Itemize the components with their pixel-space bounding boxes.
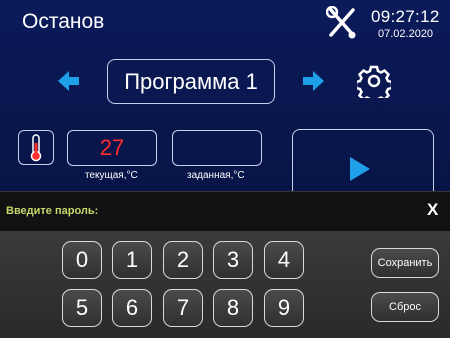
- key-6[interactable]: 6: [112, 289, 152, 327]
- key-8[interactable]: 8: [213, 289, 253, 327]
- numeric-keypad: 0 1 2 3 4 5 6 7 8 9 Сохранить Сброс: [0, 231, 450, 338]
- set-temperature-label: заданная,°С: [187, 170, 245, 181]
- next-program-arrow-icon[interactable]: [302, 70, 324, 92]
- key-2[interactable]: 2: [163, 241, 203, 279]
- current-temperature-display: 27: [67, 130, 157, 166]
- program-selector[interactable]: Программа 1: [107, 59, 275, 104]
- machine-status: Останов: [22, 10, 105, 33]
- play-icon: [350, 157, 370, 181]
- password-prompt-label: Введите пароль:: [6, 205, 99, 217]
- key-7[interactable]: 7: [163, 289, 203, 327]
- key-1[interactable]: 1: [112, 241, 152, 279]
- key-0[interactable]: 0: [62, 241, 102, 279]
- main-screen: Останов 09:27:12 07.02.2020 Программа 1 …: [0, 0, 450, 338]
- thermometer-button[interactable]: [18, 130, 54, 165]
- key-3[interactable]: 3: [213, 241, 253, 279]
- key-4[interactable]: 4: [264, 241, 304, 279]
- close-button[interactable]: X: [427, 200, 438, 220]
- save-button[interactable]: Сохранить: [371, 248, 439, 278]
- set-temperature-field[interactable]: [172, 130, 262, 166]
- current-temperature-label: текущая,°С: [85, 170, 138, 181]
- tools-icon[interactable]: [326, 6, 358, 40]
- thermometer-icon: [30, 134, 42, 162]
- password-prompt-bar: Введите пароль: X: [0, 191, 450, 232]
- reset-button[interactable]: Сброс: [371, 292, 439, 322]
- key-9[interactable]: 9: [264, 289, 304, 327]
- clock-date: 07.02.2020: [378, 28, 434, 40]
- key-5[interactable]: 5: [62, 289, 102, 327]
- clock-time: 09:27:12: [371, 7, 440, 26]
- prev-program-arrow-icon[interactable]: [58, 70, 80, 92]
- gear-icon[interactable]: [357, 64, 391, 98]
